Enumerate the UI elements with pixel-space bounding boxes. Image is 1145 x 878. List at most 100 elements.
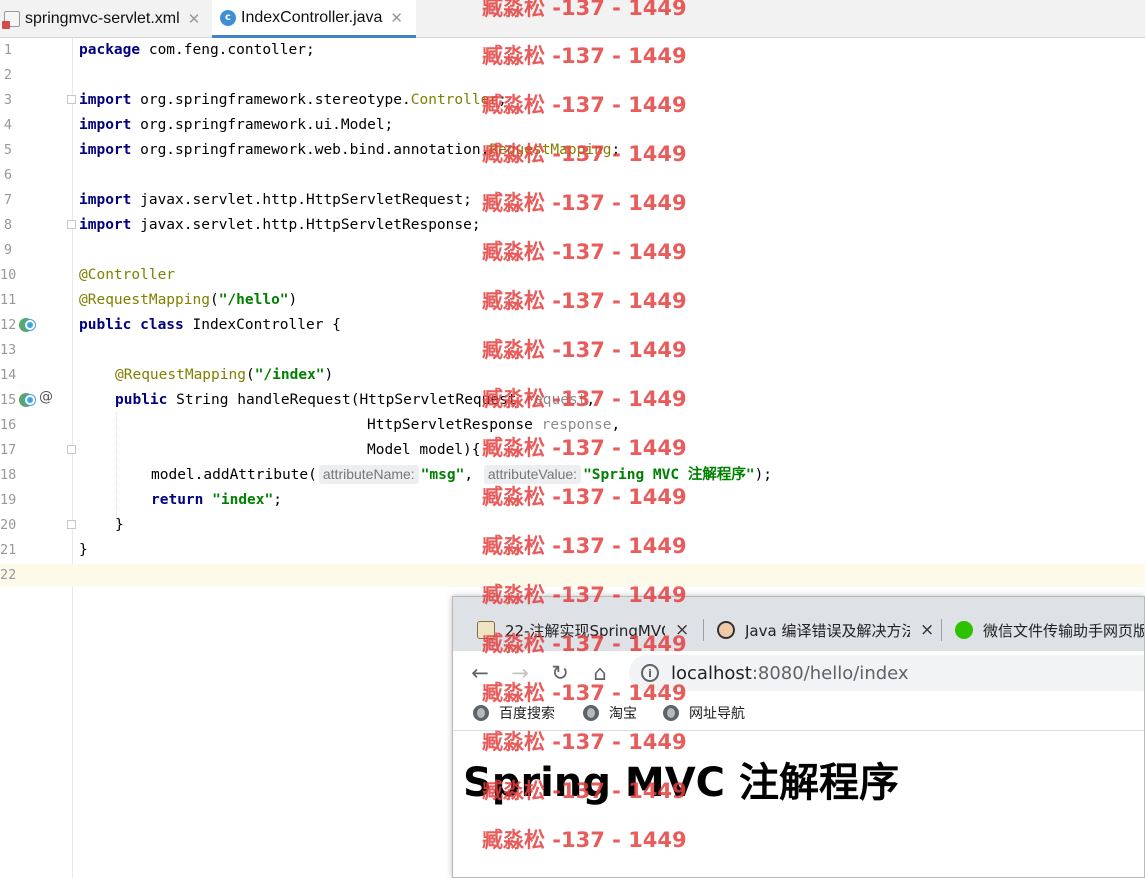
- code-text: );: [754, 467, 773, 483]
- bookmark-item[interactable]: 淘宝: [583, 703, 637, 723]
- url-host: localhost: [671, 662, 752, 684]
- tab-label: springmvc-servlet.xml: [25, 10, 180, 27]
- code-line: 13: [0, 338, 1145, 363]
- address-bar[interactable]: i localhost:8080/hello/index: [629, 655, 1144, 691]
- annotation: @RequestMapping: [115, 367, 246, 383]
- keyword: import: [79, 142, 132, 158]
- site-info-icon[interactable]: i: [641, 664, 659, 682]
- code-text: HttpServletResponse: [367, 417, 542, 433]
- code-line: 7 import javax.servlet.http.HttpServletR…: [0, 188, 1145, 213]
- string-literal: "index": [212, 492, 274, 508]
- line-number: 1: [3, 42, 12, 58]
- back-button[interactable]: ←: [466, 659, 494, 687]
- browser-toolbar: ← → ↻ ⌂ i localhost:8080/hello/index: [453, 651, 1144, 695]
- tab-label: IndexController.java: [241, 8, 383, 26]
- keyword: public class: [79, 317, 184, 333]
- code-text: }: [115, 517, 124, 533]
- code-text: model.addAttribute(: [151, 467, 317, 483]
- code-text: ;: [498, 92, 507, 108]
- bookmark-item[interactable]: 网址导航: [663, 703, 745, 723]
- line-number: 13: [0, 342, 17, 358]
- code-line: 8 import javax.servlet.http.HttpServletR…: [0, 213, 1145, 238]
- code-line: 20 }: [0, 513, 1145, 538]
- code-text: ,: [464, 467, 482, 483]
- annotation: @Controller: [79, 267, 176, 283]
- code-line: 11 @RequestMapping("/hello"): [0, 288, 1145, 313]
- line-number: 16: [0, 417, 17, 433]
- keyword: import: [79, 92, 132, 108]
- unused-parameter: request: [525, 392, 587, 408]
- line-number: 5: [3, 142, 12, 158]
- keyword: package: [79, 42, 141, 58]
- wechat-favicon-icon: [955, 621, 973, 639]
- tab-springmvc-servlet-xml[interactable]: springmvc-servlet.xml ✕: [2, 0, 208, 38]
- globe-icon: [473, 705, 489, 721]
- browser-tab[interactable]: Java 编译错误及解决方法 ×: [717, 615, 934, 645]
- code-text: javax.servlet.http.HttpServletRequest;: [131, 192, 472, 208]
- browser-tab-title: Java 编译错误及解决方法: [745, 621, 910, 640]
- line-number: 18: [0, 467, 17, 483]
- bookmark-label: 百度搜索: [499, 706, 555, 722]
- code-text: javax.servlet.http.HttpServletResponse;: [131, 217, 481, 233]
- bookmark-item[interactable]: 百度搜索: [473, 703, 555, 723]
- tab-separator: [941, 619, 942, 641]
- bookmark-label: 淘宝: [609, 706, 637, 722]
- code-text: ,: [586, 392, 596, 408]
- string-literal: "msg": [420, 467, 465, 483]
- code-line: 21 }: [0, 538, 1145, 563]
- line-number: 22: [0, 567, 17, 583]
- line-number: 2: [3, 67, 12, 83]
- code-text: com.feng.contoller;: [140, 42, 315, 58]
- string-literal: "Spring MVC 注解程序": [583, 467, 755, 483]
- keyword: return: [151, 492, 204, 508]
- code-line: 6: [0, 163, 1145, 188]
- tab-separator: [703, 619, 704, 641]
- editor-tab-bar: springmvc-servlet.xml ✕ c IndexControlle…: [0, 0, 1145, 38]
- globe-icon: [583, 705, 599, 721]
- code-text: String handleRequest(HttpServletRequest: [167, 392, 526, 408]
- forward-button[interactable]: →: [506, 659, 534, 687]
- xml-file-icon: [2, 11, 20, 29]
- reload-button[interactable]: ↻: [546, 659, 574, 687]
- browser-page-content: Spring MVC 注解程序: [453, 732, 1144, 877]
- browser-window: 22-注解实现SpringMVC × Java 编译错误及解决方法 × 微信文件…: [452, 596, 1145, 878]
- browser-tab-title: 微信文件传输助手网页版: [983, 621, 1145, 640]
- avatar-favicon-icon: [717, 621, 735, 639]
- keyword: import: [79, 117, 132, 133]
- annotation-class: RequestMapping: [489, 142, 612, 158]
- code-line: 9: [0, 238, 1145, 263]
- code-text: (: [245, 367, 255, 383]
- line-number: 7: [3, 192, 12, 208]
- code-line: 1 package com.feng.contoller;: [0, 38, 1145, 63]
- close-tab-icon[interactable]: ×: [920, 620, 934, 640]
- code-text: ): [324, 367, 334, 383]
- image-favicon-icon: [477, 621, 495, 639]
- browser-tab[interactable]: 22-注解实现SpringMVC ×: [477, 615, 689, 645]
- parameter-hint: attributeValue:: [483, 465, 582, 484]
- bookmarks-bar: 百度搜索 淘宝 网址导航: [453, 695, 1144, 731]
- close-tab-icon[interactable]: ×: [675, 620, 689, 640]
- code-text: ;: [273, 492, 282, 508]
- line-number: 15: [0, 392, 17, 408]
- url-text: localhost:8080/hello/index: [671, 663, 909, 684]
- code-line: 19 return "index";: [0, 488, 1145, 513]
- code-text: org.springframework.stereotype.: [131, 92, 411, 108]
- code-line: 3 import org.springframework.stereotype.…: [0, 88, 1145, 113]
- code-text: ;: [611, 142, 621, 158]
- code-line: 14 @RequestMapping("/index"): [0, 363, 1145, 388]
- line-number: 11: [0, 292, 17, 308]
- unused-parameter: response: [541, 417, 612, 433]
- url-path: :8080/hello/index: [751, 662, 909, 684]
- close-icon[interactable]: ✕: [390, 9, 403, 27]
- code-line: 16 HttpServletResponse response,: [0, 413, 1145, 438]
- globe-icon: [663, 705, 679, 721]
- close-icon[interactable]: ✕: [188, 10, 201, 28]
- keyword: import: [79, 217, 132, 233]
- keyword: public: [115, 392, 168, 408]
- browser-tab-strip: 22-注解实现SpringMVC × Java 编译错误及解决方法 × 微信文件…: [453, 597, 1145, 651]
- home-button[interactable]: ⌂: [586, 659, 614, 687]
- browser-tab[interactable]: 微信文件传输助手网页版: [955, 615, 1145, 645]
- line-number: 14: [0, 367, 17, 383]
- code-line: 5 import org.springframework.web.bind.an…: [0, 138, 1145, 163]
- tab-index-controller-java[interactable]: c IndexController.java ✕: [212, 0, 416, 38]
